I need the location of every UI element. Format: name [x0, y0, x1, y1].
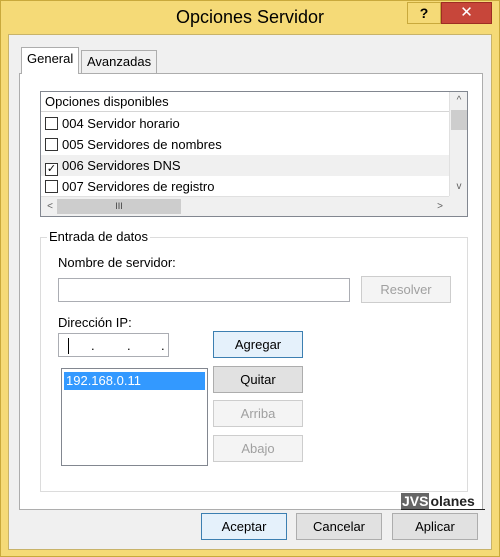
text-caret	[68, 338, 69, 354]
check-mark-icon: ✓	[46, 163, 57, 175]
horizontal-scrollbar[interactable]: < III >	[41, 196, 449, 216]
group-title: Entrada de datos	[47, 229, 151, 245]
checkbox-006[interactable]: ✓	[45, 163, 58, 176]
scroll-right-icon[interactable]: >	[431, 198, 449, 215]
title-bar[interactable]: Opciones Servidor ? ✕	[1, 1, 499, 35]
data-entry-group: Entrada de datos Nombre de servidor: Res…	[40, 229, 468, 492]
accept-button[interactable]: Aceptar	[201, 513, 287, 540]
close-icon: ✕	[460, 4, 473, 21]
list-item[interactable]: 192.168.0.11	[64, 372, 205, 390]
move-down-button[interactable]: Abajo	[213, 435, 303, 462]
options-listbox[interactable]: Opciones disponibles 004 Servidor horari…	[40, 91, 468, 217]
checkbox-007[interactable]	[45, 180, 58, 193]
ip-address-list[interactable]: 192.168.0.11	[61, 368, 208, 466]
dialog-window: Opciones Servidor ? ✕ General Avanzadas …	[0, 0, 500, 557]
horizontal-scroll-thumb[interactable]: III	[57, 199, 181, 214]
checkbox-004[interactable]	[45, 117, 58, 130]
close-button[interactable]: ✕	[441, 2, 492, 24]
ip-octet-separator: .	[91, 338, 95, 353]
server-name-label: Nombre de servidor:	[58, 255, 176, 270]
ip-address-label: Dirección IP:	[58, 315, 132, 330]
cancel-button[interactable]: Cancelar	[296, 513, 382, 540]
list-item[interactable]: 005 Servidores de nombres	[41, 134, 449, 155]
list-item[interactable]: 007 Servidores de registro	[41, 176, 449, 197]
dialog-client-area: General Avanzadas Opciones disponibles 0…	[8, 34, 492, 550]
vertical-scroll-thumb[interactable]	[451, 110, 467, 130]
checkbox-005[interactable]	[45, 138, 58, 151]
list-item-label: 006 Servidores DNS	[62, 158, 181, 173]
watermark-logo: JVS olanes	[401, 492, 485, 510]
scrollbar-corner	[449, 196, 467, 216]
server-name-input[interactable]	[58, 278, 350, 302]
list-column-header[interactable]: Opciones disponibles	[41, 92, 449, 112]
resolve-button[interactable]: Resolver	[361, 276, 451, 303]
list-item[interactable]: 004 Servidor horario	[41, 113, 449, 134]
ip-address-input[interactable]: . . .	[58, 333, 169, 357]
apply-button[interactable]: Aplicar	[392, 513, 478, 540]
general-tab-panel: Opciones disponibles 004 Servidor horari…	[19, 73, 483, 510]
vertical-scrollbar[interactable]: ^ v	[449, 92, 467, 196]
ip-octet-separator: .	[127, 338, 131, 353]
tab-general[interactable]: General	[21, 47, 80, 74]
list-item-label: 005 Servidores de nombres	[62, 137, 222, 152]
remove-button[interactable]: Quitar	[213, 366, 303, 393]
add-button[interactable]: Agregar	[213, 331, 303, 358]
scroll-up-icon[interactable]: ^	[450, 92, 468, 109]
ip-octet-separator: .	[161, 338, 165, 353]
list-item-label: 007 Servidores de registro	[62, 179, 215, 194]
tab-avanzadas[interactable]: Avanzadas	[81, 50, 157, 74]
help-button[interactable]: ?	[407, 2, 441, 24]
scroll-down-icon[interactable]: v	[450, 178, 468, 195]
move-up-button[interactable]: Arriba	[213, 400, 303, 427]
list-item-label: 004 Servidor horario	[62, 116, 180, 131]
list-item[interactable]: ✓ 006 Servidores DNS	[41, 155, 449, 176]
